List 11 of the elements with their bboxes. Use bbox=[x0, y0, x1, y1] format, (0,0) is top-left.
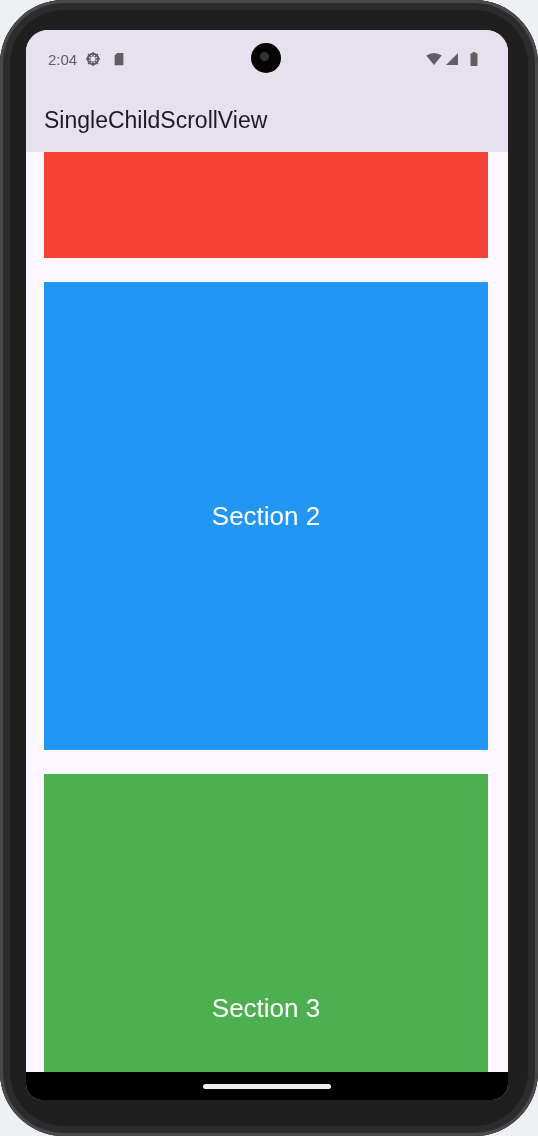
section-label: Section 3 bbox=[211, 992, 321, 1024]
camera-cutout bbox=[251, 43, 281, 73]
section-label: Section 2 bbox=[211, 500, 321, 532]
home-indicator[interactable] bbox=[203, 1083, 331, 1089]
sd-card-icon bbox=[113, 52, 126, 66]
signal-icon bbox=[446, 53, 458, 65]
wifi-icon bbox=[426, 53, 442, 65]
gear-icon bbox=[85, 51, 102, 67]
app-bar-title: SingleChildScrollView bbox=[44, 106, 268, 134]
status-time: 2:04 bbox=[48, 50, 78, 68]
battery-icon bbox=[470, 52, 478, 66]
